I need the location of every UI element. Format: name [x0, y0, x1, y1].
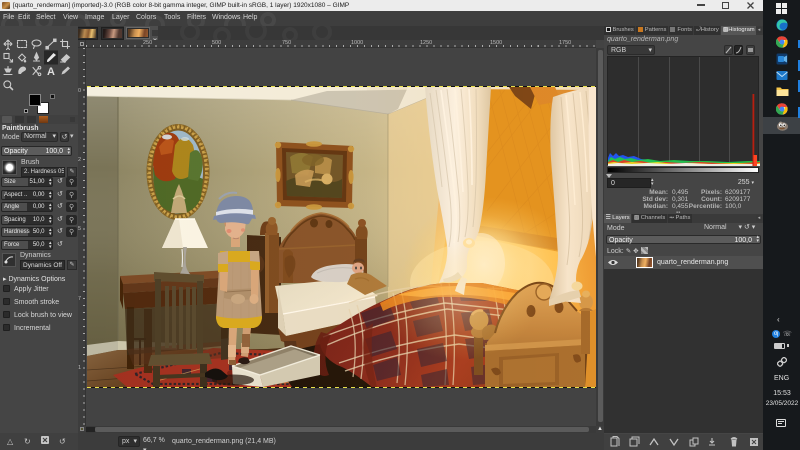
svg-text:A: A	[47, 66, 55, 78]
